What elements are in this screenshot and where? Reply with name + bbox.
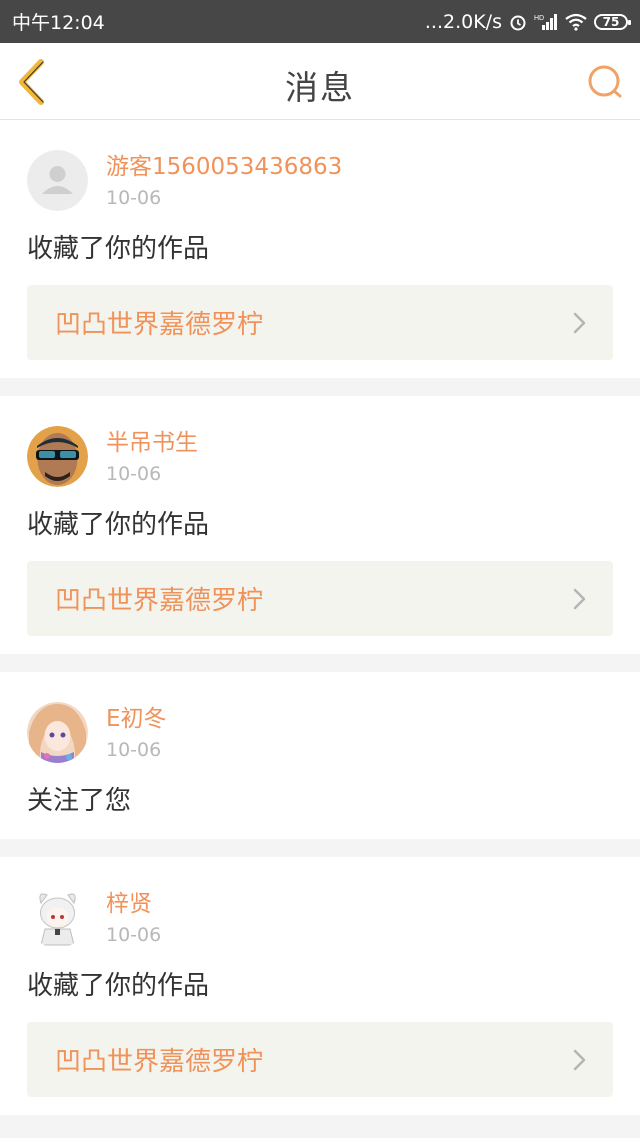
battery-indicator: 75 bbox=[594, 13, 631, 30]
message-card: 半吊书生 10-06 收藏了你的作品 凹凸世界嘉德罗柠 bbox=[0, 396, 640, 654]
chevron-right-icon bbox=[573, 588, 586, 609]
work-title: 凹凸世界嘉德罗柠 bbox=[55, 310, 264, 340]
anime-avatar-icon bbox=[27, 702, 88, 763]
work-link[interactable]: 凹凸世界嘉德罗柠 bbox=[27, 1022, 613, 1097]
avatar[interactable] bbox=[27, 426, 88, 487]
message-date: 10-06 bbox=[106, 463, 162, 485]
svg-text:HD: HD bbox=[534, 15, 544, 22]
chibi-avatar-icon bbox=[27, 887, 88, 948]
user-meta: 梓贤 10-06 bbox=[106, 887, 161, 947]
message-user-row: 半吊书生 10-06 bbox=[27, 426, 613, 487]
message-card: 游客1560053436863 10-06 收藏了你的作品 凹凸世界嘉德罗柠 bbox=[0, 120, 640, 378]
message-card: 梓贤 10-06 收藏了你的作品 凹凸世界嘉德罗柠 bbox=[0, 857, 640, 1115]
message-date: 10-06 bbox=[106, 924, 162, 946]
status-indicators: ...2.0K/s HD 75 bbox=[424, 10, 631, 33]
message-action: 收藏了你的作品 bbox=[27, 234, 210, 264]
message-user-row: 游客1560053436863 10-06 bbox=[27, 150, 613, 211]
user-meta: 游客1560053436863 10-06 bbox=[106, 150, 342, 210]
status-bar: 中午12:04 ...2.0K/s HD 75 bbox=[0, 0, 640, 43]
username[interactable]: 半吊书生 bbox=[106, 428, 198, 458]
username[interactable]: E初冬 bbox=[106, 704, 167, 734]
default-avatar-icon bbox=[27, 150, 88, 211]
chevron-right-icon bbox=[573, 312, 586, 333]
work-title: 凹凸世界嘉德罗柠 bbox=[55, 586, 264, 616]
alarm-icon bbox=[509, 13, 527, 31]
sunglasses-avatar-icon bbox=[27, 426, 88, 487]
user-meta: 半吊书生 10-06 bbox=[106, 426, 198, 486]
avatar[interactable] bbox=[27, 150, 88, 211]
message-user-row: E初冬 10-06 bbox=[27, 702, 613, 763]
status-time: 中午12:04 bbox=[12, 12, 105, 34]
message-date: 10-06 bbox=[106, 187, 162, 209]
work-link[interactable]: 凹凸世界嘉德罗柠 bbox=[27, 285, 613, 360]
chevron-right-icon bbox=[573, 1049, 586, 1070]
network-speed: ...2.0K/s bbox=[424, 10, 502, 33]
user-meta: E初冬 10-06 bbox=[106, 702, 167, 762]
wifi-icon bbox=[565, 13, 587, 31]
username[interactable]: 游客1560053436863 bbox=[106, 152, 342, 182]
message-action: 收藏了你的作品 bbox=[27, 510, 210, 540]
page-title: 消息 bbox=[285, 68, 355, 107]
avatar[interactable] bbox=[27, 702, 88, 763]
message-action: 关注了您 bbox=[27, 786, 132, 816]
message-date: 10-06 bbox=[106, 739, 162, 761]
avatar[interactable] bbox=[27, 887, 88, 948]
message-user-row: 梓贤 10-06 bbox=[27, 887, 613, 948]
work-title: 凹凸世界嘉德罗柠 bbox=[55, 1047, 264, 1077]
message-action: 收藏了你的作品 bbox=[27, 971, 210, 1001]
work-link[interactable]: 凹凸世界嘉德罗柠 bbox=[27, 561, 613, 636]
message-list: 游客1560053436863 10-06 收藏了你的作品 凹凸世界嘉德罗柠 半… bbox=[0, 120, 640, 1133]
search-button[interactable] bbox=[586, 63, 624, 101]
username[interactable]: 梓贤 bbox=[106, 889, 161, 919]
search-icon bbox=[588, 65, 622, 98]
top-bar: 消息 bbox=[0, 43, 640, 120]
signal-icon: HD bbox=[534, 13, 558, 31]
message-card: E初冬 10-06 关注了您 bbox=[0, 672, 640, 839]
